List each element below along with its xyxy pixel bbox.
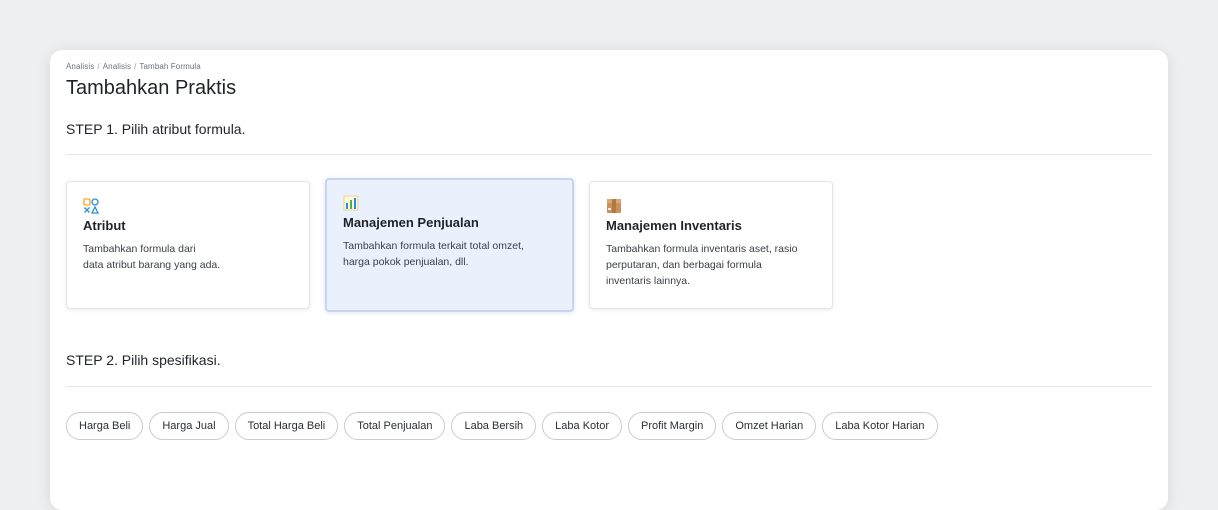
breadcrumb: Analisis / Analisis / Tambah Formula [66, 62, 201, 71]
card-manajemen-penjualan[interactable]: Manajemen Penjualan Tambahkan formula te… [325, 178, 574, 312]
card-title: Manajemen Penjualan [343, 215, 479, 230]
divider [66, 154, 1152, 155]
box-icon [607, 199, 621, 213]
card-description: Tambahkan formula dari data atribut bara… [83, 243, 221, 271]
chip-laba-kotor-harian[interactable]: Laba Kotor Harian [822, 412, 938, 440]
formula-panel: Analisis / Analisis / Tambah Formula Tambahk… [50, 50, 1168, 510]
chip-total-harga-beli[interactable]: Total Harga Beli [234, 412, 339, 440]
chip-harga-beli[interactable]: Harga Beli [66, 412, 144, 440]
shapes-icon [83, 198, 99, 214]
card-title: Manajemen Inventaris [606, 218, 742, 233]
step-1-heading: STEP 1. Pilih atribut formula. [66, 121, 246, 137]
bar-chart-icon [343, 195, 359, 211]
divider [66, 386, 1152, 387]
card-description: Tambahkan formula terkait total omzet, h… [343, 240, 524, 268]
breadcrumb-item-current: Tambah Formula [139, 62, 201, 71]
chip-total-penjualan[interactable]: Total Penjualan [344, 412, 446, 440]
card-title: Atribut [83, 218, 126, 233]
card-manajemen-inventaris[interactable]: Manajemen Inventaris Tambahkan formula i… [589, 181, 833, 309]
chip-profit-margin[interactable]: Profit Margin [628, 412, 717, 440]
page-title: Tambahkan Praktis [66, 77, 237, 99]
step-2-heading: STEP 2. Pilih spesifikasi. [66, 352, 221, 368]
chip-laba-kotor[interactable]: Laba Kotor [542, 412, 622, 440]
chip-harga-jual[interactable]: Harga Jual [149, 412, 229, 440]
card-description: Tambahkan formula inventaris aset, rasio… [606, 243, 798, 287]
chip-laba-bersih[interactable]: Laba Bersih [451, 412, 537, 440]
breadcrumb-item[interactable]: Analisis [66, 62, 94, 71]
chip-omzet-harian[interactable]: Omzet Harian [722, 412, 817, 440]
card-atribut[interactable]: Atribut Tambahkan formula dari data atri… [66, 181, 310, 309]
breadcrumb-item[interactable]: Analisis [103, 62, 131, 71]
specification-chips: Harga Beli Harga Jual Total Harga Beli T… [66, 412, 1152, 440]
